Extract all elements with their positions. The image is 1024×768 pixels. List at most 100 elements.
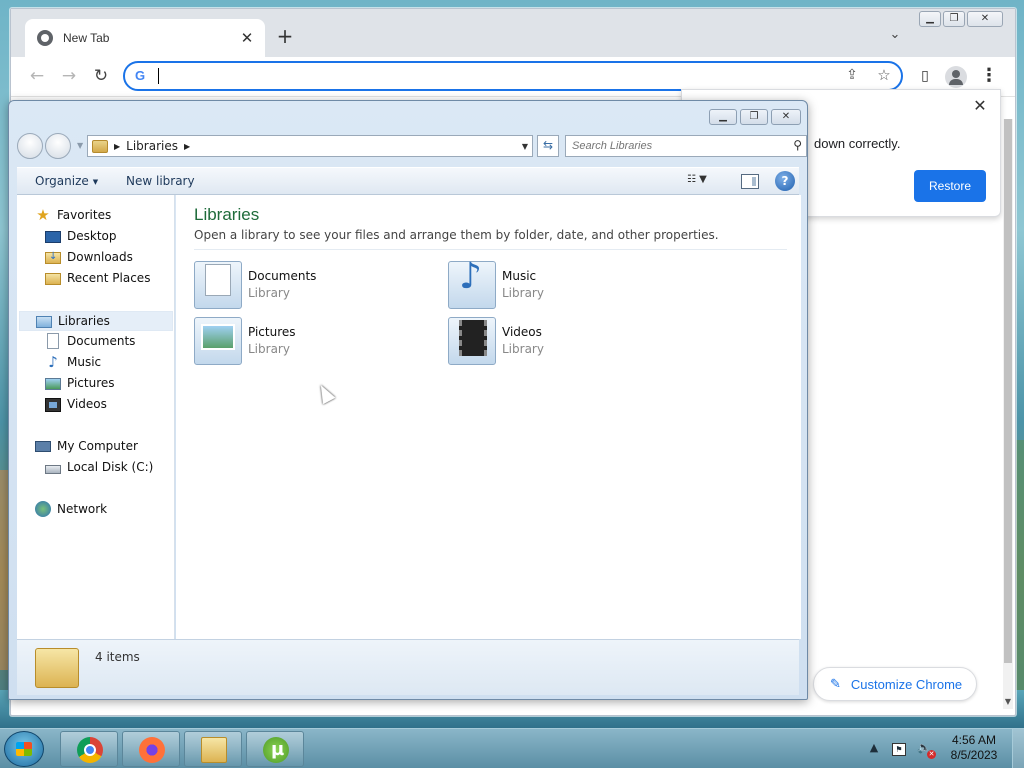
scrollbar-thumb[interactable] [1004,119,1012,663]
show-hidden-icons-icon[interactable]: ▲ [866,741,882,757]
command-bar: Organize ▼ New library ☷ ▼ ? [17,167,799,195]
search-input[interactable] [572,138,782,154]
document-icon [47,333,59,349]
nav-label: Local Disk (C:) [67,460,154,474]
utorrent-icon [263,737,289,763]
nav-downloads[interactable]: Downloads [45,247,133,267]
share-icon[interactable]: ⇪ [843,67,861,85]
new-tab-button[interactable]: + [273,25,297,49]
tab-new-tab[interactable]: New Tab ✕ [25,19,265,57]
search-icon[interactable]: ⚲ [793,138,802,152]
new-library-button[interactable]: New library [126,174,195,188]
page-scrollbar[interactable]: ▼ [1003,119,1013,709]
tile-type: Library [502,286,544,300]
taskbar: ▲ ⚑ 🔈✕ 4:56 AM 8/5/2023 [0,728,1024,768]
breadcrumb-libraries[interactable]: Libraries [126,139,178,153]
taskbar-app-explorer[interactable] [184,731,242,767]
explorer-titlebar[interactable]: ▁ ❐ ✕ [9,101,807,131]
close-icon[interactable]: ✕ [970,96,990,116]
forward-icon[interactable] [45,133,71,159]
details-pane: 4 items [17,639,799,695]
volume-muted-icon[interactable]: 🔈 ✕ [916,741,936,759]
restore-button[interactable]: Restore [914,170,986,202]
tile-name: Documents [248,269,317,283]
nav-documents[interactable]: Documents [45,331,135,351]
omnibox-input[interactable] [161,66,821,86]
nav-desktop[interactable]: Desktop [45,226,117,246]
minimize-button[interactable]: ▁ [709,109,737,125]
library-tile-pictures[interactable]: Pictures Library [194,317,434,369]
address-bar[interactable]: ▶ Libraries ▶ ▼ [87,135,533,157]
pencil-icon: ✎ [830,676,841,691]
divider [194,249,787,250]
nav-local-disk[interactable]: Local Disk (C:) [45,457,153,477]
address-dropdown-icon[interactable]: ▼ [518,142,532,151]
nav-favorites[interactable]: ★ Favorites [35,205,111,225]
nav-my-computer[interactable]: My Computer [35,436,138,456]
maximize-button[interactable]: ❐ [943,11,965,27]
nav-label: Favorites [57,208,112,222]
downloads-folder-icon [45,251,61,264]
nav-videos[interactable]: Videos [45,394,107,414]
google-g-icon: G [135,68,146,83]
refresh-icon[interactable]: ⇆ [537,135,559,157]
help-icon[interactable]: ? [775,171,795,191]
videos-library-icon [448,317,496,365]
explorer-nav-row: ▼ ▶ Libraries ▶ ▼ ⇆ ⚲ [17,133,807,161]
show-desktop-button[interactable] [1012,729,1024,768]
star-icon: ★ [36,206,50,224]
nav-network[interactable]: Network [35,499,107,519]
library-tile-music[interactable]: Music Library [448,256,688,313]
film-strip-icon [45,397,61,412]
organize-button[interactable]: Organize ▼ [35,174,98,188]
search-box[interactable]: ⚲ [565,135,807,157]
preview-pane-icon[interactable] [741,174,759,189]
tile-name: Videos [502,325,542,339]
tab-search-chevron-icon[interactable]: ⌄ [885,27,905,47]
reload-icon[interactable]: ↻ [89,65,113,89]
explorer-window-controls: ▁ ❐ ✕ [709,109,801,125]
omnibox[interactable]: G ⇪ ☆ [123,61,903,91]
minimize-button[interactable]: ▁ [919,11,941,27]
forward-icon[interactable]: → [57,65,81,89]
nav-label: Music [67,355,102,369]
back-icon[interactable]: ← [25,65,49,89]
library-tile-documents[interactable]: Documents Library [194,261,434,313]
nav-pictures[interactable]: Pictures [45,373,115,393]
chrome-tabstrip: New Tab ✕ + ⌄ ▁ ❐ ✕ [11,9,1015,57]
close-window-button[interactable]: ✕ [771,109,801,125]
nav-recent-places[interactable]: Recent Places [45,268,150,288]
nav-label: Documents [67,334,136,348]
close-tab-icon[interactable]: ✕ [235,29,259,47]
side-panel-icon[interactable]: ▯ [913,65,937,89]
library-tile-videos[interactable]: Videos Library [448,317,688,369]
nav-libraries[interactable]: Libraries [19,311,173,331]
firefox-icon [139,737,165,763]
maximize-button[interactable]: ❐ [740,109,768,125]
breadcrumb-arrow-icon[interactable]: ▶ [114,142,120,151]
nav-music[interactable]: ♪ Music [45,352,101,372]
scroll-down-arrow-icon[interactable]: ▼ [1003,697,1013,709]
libraries-folder-icon [92,139,108,153]
taskbar-app-firefox[interactable] [122,731,180,767]
recent-pages-chevron-icon[interactable]: ▼ [77,141,83,150]
chrome-menu-icon[interactable]: ⋮ [977,65,1001,89]
hard-disk-icon [45,464,61,474]
close-window-button[interactable]: ✕ [967,11,1003,27]
clock-date: 8/5/2023 [950,748,998,762]
item-count: 4 items [95,650,140,664]
pictures-icon [45,378,61,390]
profile-avatar-icon[interactable] [945,66,967,88]
bookmark-star-icon[interactable]: ☆ [875,66,893,84]
back-icon[interactable] [17,133,43,159]
clock[interactable]: 4:56 AM 8/5/2023 [944,733,1004,763]
music-note-icon: ♪ [48,353,58,371]
action-center-flag-icon[interactable]: ⚑ [892,742,906,756]
start-button[interactable] [4,731,44,767]
taskbar-app-utorrent[interactable] [246,731,304,767]
change-view-icon[interactable]: ☷ ▼ [687,174,721,190]
taskbar-app-chrome[interactable] [60,731,118,767]
breadcrumb-arrow-icon[interactable]: ▶ [184,142,190,151]
chrome-favicon-icon [37,30,53,46]
customize-chrome-button[interactable]: ✎ Customize Chrome [813,667,977,701]
